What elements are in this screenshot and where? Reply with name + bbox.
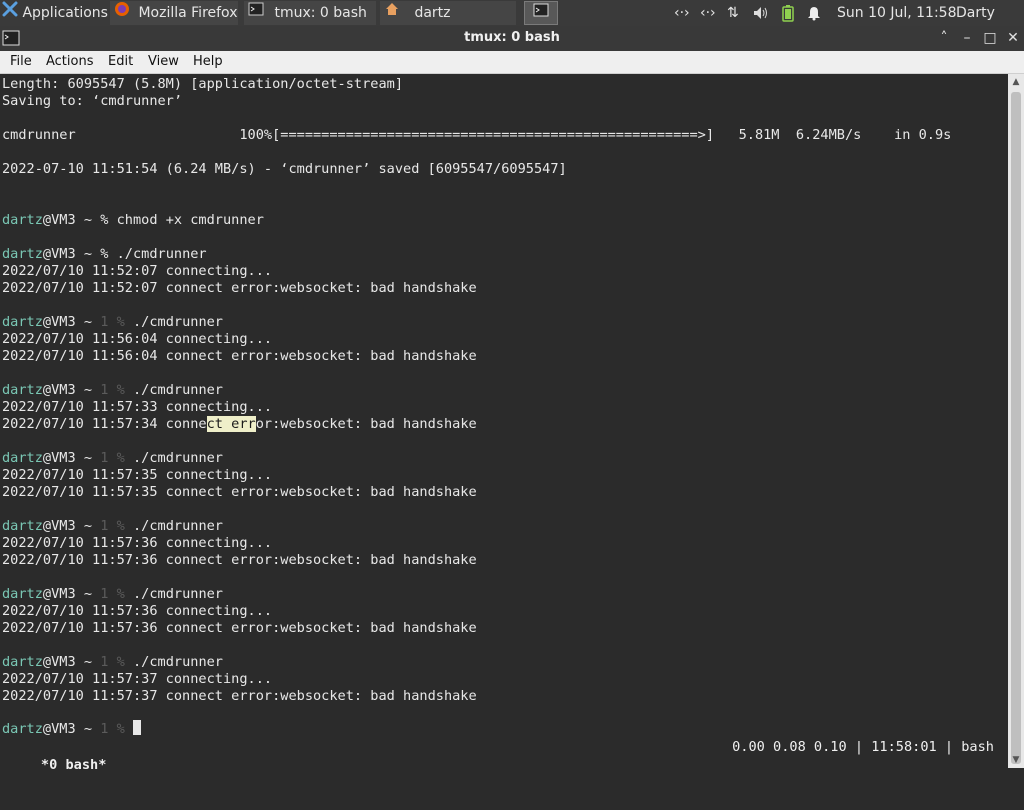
xfce-logo-icon xyxy=(2,0,18,26)
text-cursor xyxy=(132,720,141,735)
terminal-line: dartz@VM3 ~ 1 % ./cmdrunner xyxy=(2,314,223,330)
terminal-line: 2022/07/10 11:57:35 connect error:websoc… xyxy=(2,484,477,500)
terminal-icon xyxy=(248,1,264,25)
terminal-line: 2022/07/10 11:57:37 connect error:websoc… xyxy=(2,688,477,704)
top-panel: Applications Mozilla Firefox tmux: 0 bas… xyxy=(0,0,1024,47)
volume-icon[interactable] xyxy=(752,0,770,26)
menubar: File Actions Edit View Help xyxy=(0,51,1024,74)
task-tmux[interactable]: tmux: 0 bash xyxy=(244,1,376,25)
scroll-up-arrow-icon[interactable]: ▲ xyxy=(1008,74,1024,90)
close-button[interactable]: ✕ xyxy=(1004,29,1022,47)
scroll-down-arrow-icon[interactable]: ▼ xyxy=(1008,752,1024,768)
clock[interactable]: Sun 10 Jul, 11:58 xyxy=(837,0,957,26)
prompt-host: @VM3 ~ xyxy=(42,721,101,737)
window-titlebar[interactable]: tmux: 0 bash ˄ – □ ✕ xyxy=(0,26,1024,51)
task-label: tmux: 0 bash xyxy=(274,5,367,21)
network-icon[interactable]: ‹·› xyxy=(700,0,716,26)
notification-bell-icon[interactable] xyxy=(806,0,822,26)
terminal-line: 2022-07-10 11:51:54 (6.24 MB/s) - ‘cmdru… xyxy=(2,161,567,177)
terminal-line: 2022/07/10 11:57:36 connecting... xyxy=(2,535,273,551)
battery-icon[interactable] xyxy=(781,0,795,26)
terminal-output[interactable]: Length: 6095547 (5.8M) [application/octe… xyxy=(0,74,1008,773)
terminal-line: Length: 6095547 (5.8M) [application/octe… xyxy=(2,76,404,92)
applications-menu[interactable]: Applications xyxy=(2,0,108,26)
menu-edit[interactable]: Edit xyxy=(108,51,133,73)
terminal-line: 2022/07/10 11:56:04 connecting... xyxy=(2,331,273,347)
tmux-window-list[interactable]: *0 bash* xyxy=(33,757,107,773)
task-dartz[interactable]: dartz xyxy=(380,1,516,25)
current-prompt[interactable]: dartz@VM3 ~ 1 % xyxy=(2,720,141,737)
terminal-line: dartz@VM3 ~ 1 % ./cmdrunner xyxy=(2,654,223,670)
terminal-line: 2022/07/10 11:57:36 connect error:websoc… xyxy=(2,620,477,636)
task-label: dartz xyxy=(414,5,451,21)
task-firefox[interactable]: Mozilla Firefox xyxy=(110,1,238,25)
terminal-line: 2022/07/10 11:57:34 connect error:websoc… xyxy=(2,416,477,432)
terminal-line: dartz@VM3 ~ 1 % ./cmdrunner xyxy=(2,518,223,534)
terminal-line: 2022/07/10 11:57:36 connecting... xyxy=(2,603,273,619)
terminal-icon xyxy=(533,2,549,24)
task-label: Mozilla Firefox xyxy=(138,5,238,21)
tmux-status-right: 0.00 0.08 0.10 | 11:58:01 | bash xyxy=(732,739,994,755)
menu-file[interactable]: File xyxy=(10,51,32,73)
prompt-exit-code: 1 xyxy=(100,721,117,737)
home-folder-icon xyxy=(384,1,400,25)
terminal-line: dartz@VM3 ~ 1 % ./cmdrunner xyxy=(2,450,223,466)
window-title: tmux: 0 bash xyxy=(464,30,560,45)
maximize-button[interactable]: □ xyxy=(981,29,999,47)
applications-label: Applications xyxy=(22,5,108,21)
terminal-line: 2022/07/10 11:57:33 connecting... xyxy=(2,399,273,415)
terminal-line: 2022/07/10 11:52:07 connect error:websoc… xyxy=(2,280,477,296)
terminal-line: 2022/07/10 11:57:36 connect error:websoc… xyxy=(2,552,477,568)
terminal-line: 2022/07/10 11:57:37 connecting... xyxy=(2,671,273,687)
terminal-line: Saving to: ‘cmdrunner’ xyxy=(2,93,183,109)
minimize-button[interactable]: – xyxy=(958,29,976,47)
prompt-user: dartz xyxy=(2,721,43,737)
terminal-line: 2022/07/10 11:56:04 connect error:websoc… xyxy=(2,348,477,364)
menu-view[interactable]: View xyxy=(148,51,179,73)
terminal-line: dartz@VM3 ~ % ./cmdrunner xyxy=(2,246,207,262)
tmux-status-bar: *0 bash* 0.00 0.08 0.10 | 11:58:01 | bas… xyxy=(0,738,1008,773)
text-selection: ct err xyxy=(206,416,256,432)
user-menu[interactable]: Darty uwu xyxy=(956,0,1024,47)
terminal-line: 2022/07/10 11:57:35 connecting... xyxy=(2,467,273,483)
terminal-scrollbar[interactable]: ▲ ▼ xyxy=(1008,74,1024,768)
menu-help[interactable]: Help xyxy=(193,51,223,73)
scrollbar-thumb[interactable] xyxy=(1011,92,1021,764)
workspace-switcher[interactable] xyxy=(524,1,558,25)
terminal-line: cmdrunner 100%[=========================… xyxy=(2,127,952,143)
terminal-line: 2022/07/10 11:52:07 connecting... xyxy=(2,263,273,279)
terminal-line: dartz@VM3 ~ % chmod +x cmdrunner xyxy=(2,212,264,228)
firefox-icon xyxy=(114,1,130,25)
network-icon[interactable]: ‹·› xyxy=(674,0,690,26)
menu-actions[interactable]: Actions xyxy=(46,51,94,73)
shade-button[interactable]: ˄ xyxy=(935,29,953,47)
prompt-symbol: % xyxy=(116,721,133,737)
terminal-line: dartz@VM3 ~ 1 % ./cmdrunner xyxy=(2,586,223,602)
terminal-line: dartz@VM3 ~ 1 % ./cmdrunner xyxy=(2,382,223,398)
transfer-icon[interactable]: ⇅ xyxy=(727,0,739,26)
